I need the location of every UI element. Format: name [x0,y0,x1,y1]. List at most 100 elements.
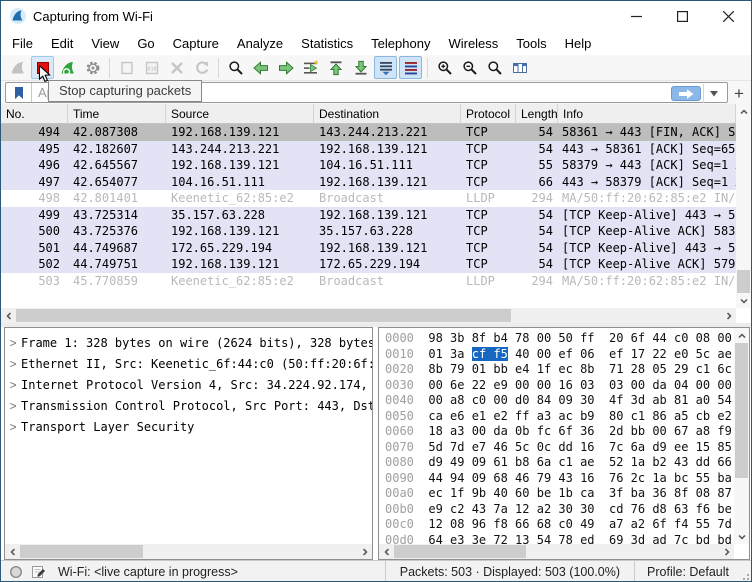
scroll-down-arrow-icon[interactable] [736,293,751,308]
close-button[interactable] [705,1,751,31]
packet-row[interactable]: 50043.725376192.168.139.12135.157.63.228… [1,223,736,240]
detail-line[interactable]: >Transmission Control Protocol, Src Port… [5,395,372,416]
column-header-no[interactable]: No. [1,104,68,123]
scrollbar-thumb[interactable] [737,270,750,293]
minimize-button[interactable] [613,1,659,31]
hex-row[interactable]: 0020 8b 79 01 bb e4 1f ec 8b 71 28 05 29… [379,362,749,378]
hex-row[interactable]: 0050 ca e6 e1 e2 ff a3 ac b9 80 c1 86 a5… [379,409,749,425]
detail-line[interactable]: >Frame 1: 328 bytes on wire (2624 bits),… [5,332,372,353]
zoom-reset-button[interactable] [483,56,506,79]
expand-chevron-icon[interactable]: > [5,357,21,371]
column-header-info[interactable]: Info [558,104,736,123]
apply-filter-button[interactable] [671,86,701,101]
menu-tools[interactable]: Tools [507,33,555,54]
scroll-up-arrow-icon[interactable] [734,328,749,343]
details-horizontal-scrollbar[interactable] [5,544,372,559]
go-to-packet-button[interactable] [299,56,322,79]
filter-dropdown-button[interactable] [703,84,723,103]
scroll-left-arrow-icon[interactable] [1,308,16,323]
hex-row[interactable]: 0060 18 a3 00 da 0b fc 6f 36 2d bb 00 67… [379,424,749,440]
packet-list-vertical-scrollbar[interactable] [736,104,751,308]
hex-row[interactable]: 0040 00 a8 c0 00 d0 84 09 30 4f 3d ab 81… [379,393,749,409]
open-capture-button[interactable] [115,56,138,79]
start-capture-button[interactable] [6,56,29,79]
menu-telephony[interactable]: Telephony [362,33,439,54]
go-last-packet-button[interactable] [349,56,372,79]
packet-row[interactable]: 49642.645567192.168.139.121104.16.51.111… [1,157,736,174]
find-packet-button[interactable] [224,56,247,79]
packet-row[interactable]: 50144.749687172.65.229.194192.168.139.12… [1,240,736,257]
packet-row[interactable]: 49442.087308192.168.139.121143.244.213.2… [1,124,736,141]
hex-row[interactable]: 0080 d9 49 09 61 b8 6a c1 ae 52 1a b2 43… [379,455,749,471]
menu-file[interactable]: File [3,33,42,54]
scrollbar-thumb[interactable] [394,545,526,558]
packet-row[interactable]: 49842.801401Keenetic_62:85:e2BroadcastLL… [1,190,736,207]
menu-help[interactable]: Help [556,33,601,54]
close-capture-button[interactable] [165,56,188,79]
scroll-right-arrow-icon[interactable] [357,544,372,559]
hex-row[interactable]: 00c0 12 08 96 f8 66 68 c0 49 a7 a2 6f f4… [379,517,749,533]
detail-line[interactable]: >Internet Protocol Version 4, Src: 34.22… [5,374,372,395]
bytes-horizontal-scrollbar[interactable] [379,544,734,559]
packet-list-header[interactable]: No.TimeSourceDestinationProtocolLengthIn… [1,104,736,124]
resize-grip[interactable] [741,561,751,582]
expand-chevron-icon[interactable]: > [5,336,21,350]
resize-columns-button[interactable] [508,56,531,79]
auto-scroll-toggle[interactable] [374,56,397,79]
scroll-up-arrow-icon[interactable] [736,104,751,119]
expand-chevron-icon[interactable]: > [5,399,21,413]
scroll-right-arrow-icon[interactable] [719,544,734,559]
packet-row[interactable]: 49742.654077104.16.51.111192.168.139.121… [1,174,736,191]
scroll-right-arrow-icon[interactable] [721,308,736,323]
expert-info-button[interactable] [9,565,23,579]
detail-line[interactable]: >Ethernet II, Src: Keenetic_6f:44:c0 (50… [5,353,372,374]
save-capture-button[interactable]: 010 [140,56,163,79]
hex-row[interactable]: 00a0 ec 1f 9b 40 60 be 1b ca 3f ba 36 8f… [379,486,749,502]
column-header-protocol[interactable]: Protocol [461,104,516,123]
capture-options-button[interactable] [81,56,104,79]
hex-row[interactable]: 0070 5d 7d e7 46 5c 0c dd 16 7c 6a d9 ee… [379,440,749,456]
scroll-left-arrow-icon[interactable] [5,544,20,559]
column-header-time[interactable]: Time [68,104,166,123]
detail-line[interactable]: >Transport Layer Security [5,416,372,437]
zoom-in-button[interactable] [433,56,456,79]
packet-row[interactable]: 50244.749751192.168.139.121172.65.229.19… [1,256,736,273]
packet-row[interactable]: 49542.182607143.244.213.221192.168.139.1… [1,141,736,158]
expand-chevron-icon[interactable]: > [5,378,21,392]
hex-row[interactable]: 0030 00 6e 22 e9 00 00 16 03 03 00 da 04… [379,378,749,394]
maximize-button[interactable] [659,1,705,31]
scrollbar-thumb[interactable] [16,309,511,322]
add-filter-button[interactable]: + [729,83,749,104]
zoom-out-button[interactable] [458,56,481,79]
restart-capture-button[interactable] [56,56,79,79]
profile-button[interactable]: Profile: Default [635,565,741,579]
expand-chevron-icon[interactable]: > [5,420,21,434]
go-first-packet-button[interactable] [324,56,347,79]
scroll-down-arrow-icon[interactable] [734,529,749,544]
scroll-left-arrow-icon[interactable] [379,544,394,559]
column-header-source[interactable]: Source [166,104,314,123]
scrollbar-thumb[interactable] [735,343,748,478]
hex-row[interactable]: 0010 01 3a cf f5 40 00 ef 06 ef 17 22 e0… [379,347,749,363]
capture-comment-button[interactable] [31,564,46,579]
reload-button[interactable] [190,56,213,79]
colorize-toggle[interactable] [399,56,422,79]
menu-wireless[interactable]: Wireless [439,33,507,54]
scrollbar-thumb[interactable] [20,545,143,558]
menu-view[interactable]: View [82,33,128,54]
hex-row[interactable]: 00b0 e9 c2 43 7a 12 a2 30 30 cd 76 d8 63… [379,502,749,518]
column-header-length[interactable]: Length [516,104,558,123]
hex-row[interactable]: 0000 98 3b 8f b4 78 00 50 ff 20 6f 44 c0… [379,331,749,347]
menu-statistics[interactable]: Statistics [292,33,362,54]
menu-capture[interactable]: Capture [164,33,228,54]
menu-edit[interactable]: Edit [42,33,82,54]
bytes-vertical-scrollbar[interactable] [734,328,749,544]
packet-list-horizontal-scrollbar[interactable] [1,308,736,323]
go-previous-packet-button[interactable] [249,56,272,79]
filter-bookmark-button[interactable] [6,83,32,102]
column-header-destination[interactable]: Destination [314,104,461,123]
menu-go[interactable]: Go [128,33,163,54]
packet-row[interactable]: 50345.770859Keenetic_62:85:e2BroadcastLL… [1,273,736,290]
hex-row[interactable]: 0090 44 94 09 68 46 79 43 16 76 2c 1a bc… [379,471,749,487]
go-next-packet-button[interactable] [274,56,297,79]
